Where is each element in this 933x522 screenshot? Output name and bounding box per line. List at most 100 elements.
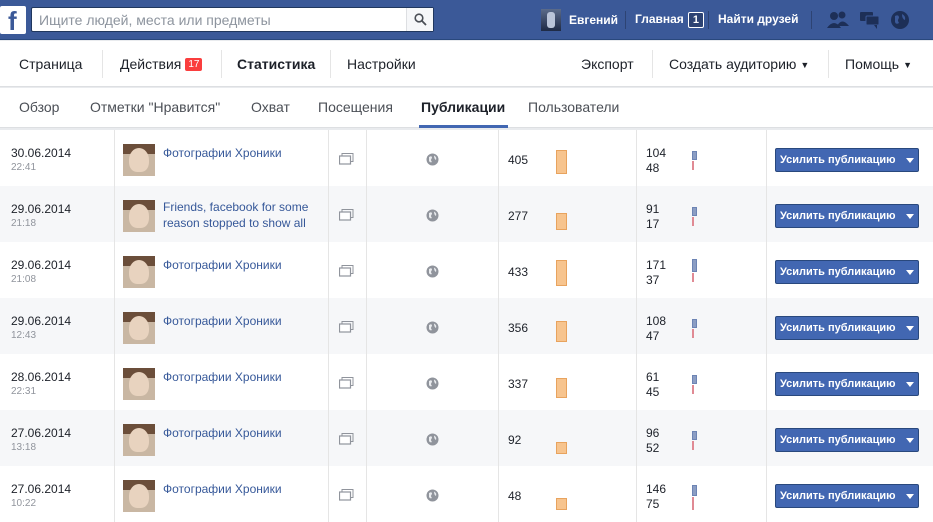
reach-bar: [556, 378, 567, 398]
profile-link[interactable]: Евгений: [541, 9, 618, 31]
post-thumbnail[interactable]: [123, 200, 155, 232]
search-button[interactable]: [406, 8, 433, 31]
post-title-link[interactable]: Фотографии Хроники: [163, 257, 323, 273]
post-date: 27.06.2014: [11, 426, 72, 440]
post-thumbnail[interactable]: [123, 312, 155, 344]
post-title-link[interactable]: Фотографии Хроники: [163, 481, 323, 497]
photo-album-icon: [339, 209, 354, 221]
reach-value: 337: [508, 377, 529, 391]
divider: [366, 298, 367, 354]
boost-post-button[interactable]: Усилить публикацию: [775, 316, 919, 340]
engagement-reactions: 47: [646, 329, 660, 343]
reach-bar: [556, 498, 567, 510]
post-time: 22:41: [11, 162, 37, 173]
divider: [102, 50, 103, 78]
subtab-overview[interactable]: Обзор: [19, 99, 59, 115]
post-title-link[interactable]: Фотографии Хроники: [163, 313, 323, 329]
help-dropdown[interactable]: Помощь ▼: [845, 56, 912, 72]
post-time: 10:22: [11, 498, 37, 509]
subtab-posts[interactable]: Публикации: [421, 99, 505, 115]
divider: [498, 242, 499, 298]
reach-bar: [556, 213, 567, 230]
divider: [366, 466, 367, 522]
post-title-link[interactable]: Фотографии Хроники: [163, 369, 323, 385]
divider: [498, 130, 499, 186]
post-thumbnail[interactable]: [123, 256, 155, 288]
engagement-reactions: 37: [646, 273, 660, 287]
notifications-globe-icon[interactable]: [890, 10, 910, 30]
post-title-link[interactable]: Фотографии Хроники: [163, 145, 323, 161]
public-globe-icon: [426, 489, 439, 502]
engagement-bar-reactions: [692, 273, 694, 282]
subtab-reach[interactable]: Охват: [251, 99, 290, 115]
engagement-bar-clicks: [692, 485, 697, 496]
user-name: Евгений: [569, 13, 619, 27]
engagement-bar-clicks: [692, 207, 697, 216]
subtab-people[interactable]: Пользователи: [528, 99, 619, 115]
divider: [114, 186, 115, 242]
divider: [114, 242, 115, 298]
divider: [625, 11, 626, 29]
tab-settings[interactable]: Настройки: [347, 56, 416, 72]
divider: [636, 466, 637, 522]
boost-post-button[interactable]: Усилить публикацию: [775, 372, 919, 396]
friend-requests-icon[interactable]: [826, 10, 850, 30]
post-date: 29.06.2014: [11, 202, 72, 216]
tab-page[interactable]: Страница: [19, 56, 82, 72]
post-thumbnail[interactable]: [123, 480, 155, 512]
divider: [652, 50, 653, 78]
engagement-bar-clicks: [692, 375, 697, 384]
boost-post-button[interactable]: Усилить публикацию: [775, 148, 919, 172]
divider: [330, 50, 331, 78]
divider: [366, 410, 367, 466]
post-thumbnail[interactable]: [123, 424, 155, 456]
home-link[interactable]: Главная 1: [635, 12, 704, 28]
engagement-bar-reactions: [692, 161, 694, 170]
post-title-link[interactable]: Фотографии Хроники: [163, 425, 323, 441]
engagement-reactions: 48: [646, 161, 660, 175]
divider: [636, 242, 637, 298]
boost-post-button[interactable]: Усилить публикацию: [775, 204, 919, 228]
messages-icon[interactable]: [859, 10, 881, 30]
reach-value: 433: [508, 265, 529, 279]
search-input[interactable]: [32, 8, 406, 31]
table-row: 28.06.2014 22:31 Фотографии Хроники 337 61 45…: [0, 354, 933, 410]
divider: [766, 298, 767, 354]
engagement-clicks: 91: [646, 202, 660, 216]
tab-actions-label: Действия: [120, 56, 182, 72]
subtab-likes[interactable]: Отметки "Нравится": [90, 99, 220, 115]
subtab-visits[interactable]: Посещения: [318, 99, 393, 115]
reach-value: 92: [508, 433, 522, 447]
engagement-bar-clicks: [692, 259, 697, 272]
engagement-clicks: 96: [646, 426, 660, 440]
photo-album-icon: [339, 265, 354, 277]
post-title-link[interactable]: Friends, facebook for some reason stoppe…: [163, 199, 323, 231]
boost-post-button[interactable]: Усилить публикацию: [775, 260, 919, 284]
public-globe-icon: [426, 433, 439, 446]
facebook-logo-icon[interactable]: f: [0, 6, 26, 35]
create-audience-dropdown[interactable]: Создать аудиторию ▼: [669, 56, 809, 72]
boost-label: Усилить публикацию: [780, 490, 896, 502]
find-friends-link[interactable]: Найти друзей: [718, 12, 798, 26]
tab-statistics[interactable]: Статистика: [237, 56, 315, 72]
tab-actions[interactable]: Действия 17: [120, 56, 203, 72]
caret-down-icon: ▼: [903, 60, 912, 70]
actions-count-badge: 17: [185, 58, 203, 71]
divider: [766, 410, 767, 466]
divider: [811, 11, 812, 29]
post-thumbnail[interactable]: [123, 368, 155, 400]
photo-album-icon: [339, 321, 354, 333]
export-button[interactable]: Экспорт: [581, 56, 634, 72]
divider: [328, 242, 329, 298]
photo-album-icon: [339, 433, 354, 445]
photo-album-icon: [339, 153, 354, 165]
divider: [766, 354, 767, 410]
reach-value: 277: [508, 209, 529, 223]
divider: [114, 410, 115, 466]
home-count-badge: 1: [687, 12, 704, 28]
photo-album-icon: [339, 377, 354, 389]
caret-down-icon: [906, 382, 914, 387]
boost-post-button[interactable]: Усилить публикацию: [775, 484, 919, 508]
post-thumbnail[interactable]: [123, 144, 155, 176]
boost-post-button[interactable]: Усилить публикацию: [775, 428, 919, 452]
